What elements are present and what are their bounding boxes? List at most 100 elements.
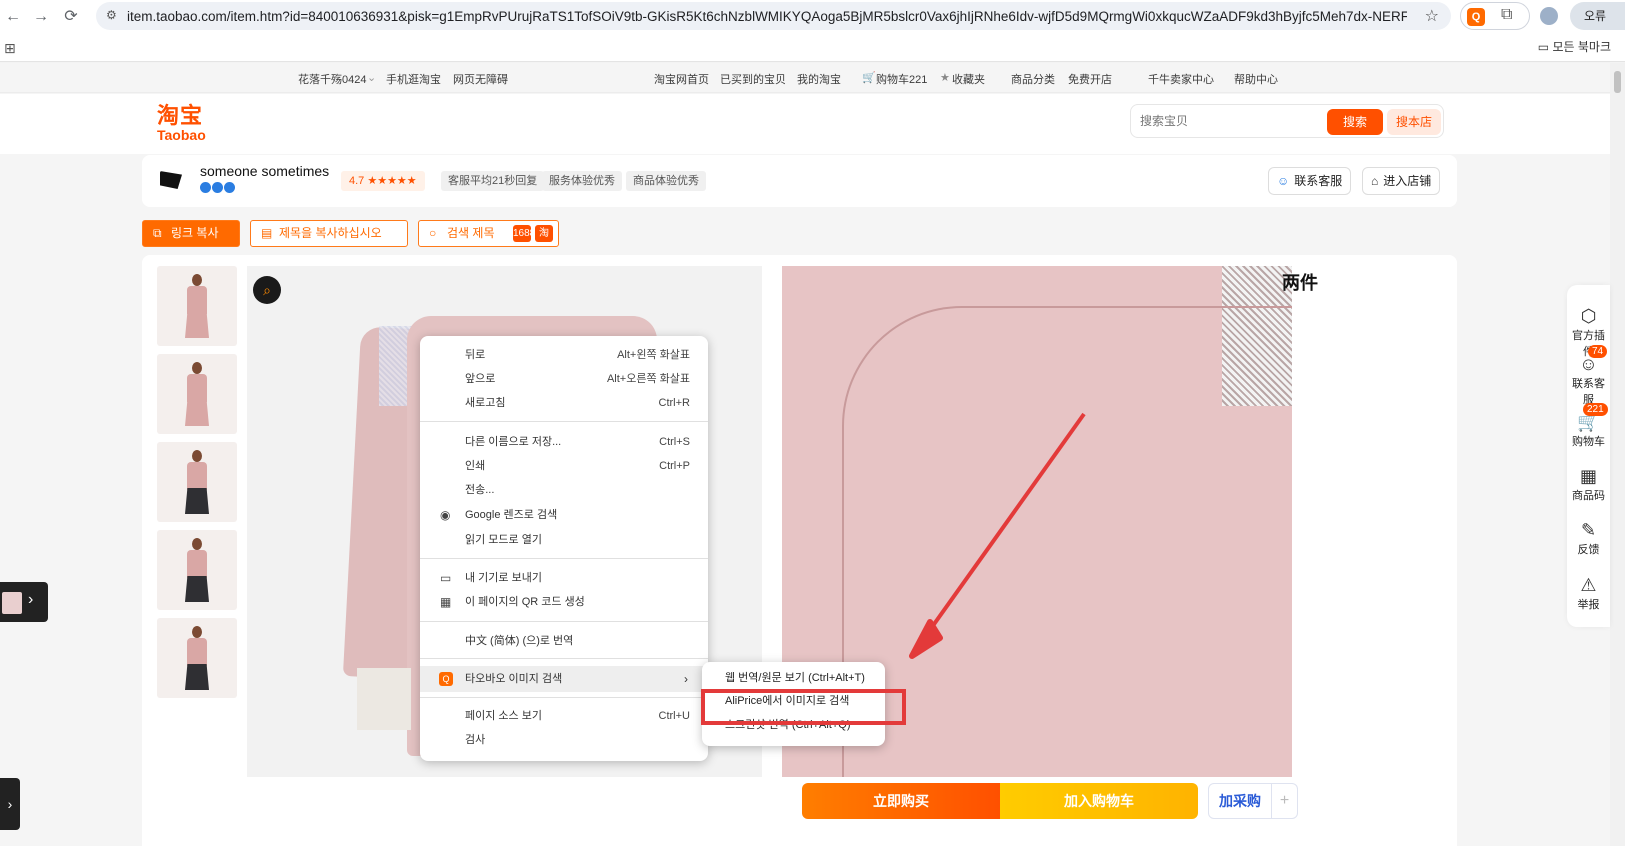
sweater-cuff bbox=[357, 668, 411, 730]
thumbnail[interactable] bbox=[157, 266, 237, 346]
menu-item-inspect[interactable]: 검사 bbox=[420, 729, 708, 751]
shop-tag-service: 服务体验优秀 bbox=[542, 171, 622, 191]
menu-item-label: 페이지 소스 보기 bbox=[465, 710, 542, 722]
menu-item-forward[interactable]: 앞으로 Alt+오른쪽 화살표 bbox=[420, 368, 708, 390]
search-input[interactable] bbox=[1132, 106, 1322, 136]
topnav-my-taobao[interactable]: 我的淘宝 bbox=[797, 71, 841, 87]
shop-logo[interactable] bbox=[160, 171, 182, 189]
menu-item-label: 새로고침 bbox=[465, 397, 506, 409]
thumbnail[interactable] bbox=[157, 618, 237, 698]
copy-title-label: 제목을 복사하십시오 bbox=[279, 226, 382, 240]
topnav-user[interactable]: 花落千殇0424 bbox=[298, 71, 366, 87]
search-title-button[interactable]: ○ 검색 제목 1688 淘 bbox=[418, 220, 559, 247]
menu-item-label: 검사 bbox=[465, 734, 486, 746]
site-header: 淘宝 Taobao 搜索 搜本店 bbox=[0, 94, 1610, 154]
taobao-mini-icon[interactable]: 淘 bbox=[535, 225, 553, 242]
topnav-open-shop[interactable]: 免费开店 bbox=[1068, 71, 1112, 87]
menu-item-taobao-image-search[interactable]: Q 타오바오 이미지 검색 › bbox=[420, 666, 708, 692]
site-settings-icon[interactable]: ⚙ bbox=[106, 8, 120, 22]
extensions-puzzle-icon[interactable]: ⧉ bbox=[1501, 6, 1512, 24]
add-to-cart-button[interactable]: 加入购物车 bbox=[1000, 783, 1198, 819]
topnav-mobile[interactable]: 手机逛淘宝 bbox=[386, 71, 441, 87]
search-store-button[interactable]: 搜本店 bbox=[1387, 109, 1441, 135]
menu-item-back[interactable]: 뒤로 Alt+왼쪽 화살표 bbox=[420, 344, 708, 366]
taobao-logo[interactable]: 淘宝 Taobao bbox=[157, 104, 206, 143]
topnav-bought[interactable]: 已买到的宝贝 bbox=[720, 71, 786, 87]
menu-item-translate[interactable]: 中文 (简体) (으)로 번역 bbox=[420, 630, 708, 652]
chevron-right-icon: › bbox=[7, 796, 13, 812]
shop-name[interactable]: someone sometimes bbox=[200, 163, 329, 179]
sidebar-item-feedback[interactable]: ✎ 反馈 bbox=[1567, 519, 1610, 557]
menu-item-label: 전송... bbox=[465, 484, 495, 496]
apps-grid-icon[interactable]: ⊞ bbox=[4, 40, 16, 57]
forward-icon[interactable]: → bbox=[30, 6, 52, 28]
copy-link-button[interactable]: ⧉ 링크 복사 bbox=[142, 220, 240, 247]
topnav-help[interactable]: 帮助中心 bbox=[1234, 71, 1278, 87]
1688-icon[interactable]: 1688 bbox=[513, 225, 535, 242]
aliprice-icon: Q bbox=[439, 672, 453, 686]
sidebar-item-service[interactable]: 74 ☺ 联系客服 bbox=[1567, 345, 1610, 407]
url-text[interactable]: item.taobao.com/item.htm?id=840010636931… bbox=[127, 9, 1407, 24]
all-bookmarks-button[interactable]: ▭ 모든 북마크 bbox=[1538, 38, 1611, 55]
aliprice-extension-icon[interactable]: Q bbox=[1467, 8, 1485, 26]
enter-store-button[interactable]: ⌂ 进入店铺 bbox=[1362, 167, 1441, 195]
topnav-favorites[interactable]: 收藏夹 bbox=[952, 71, 985, 87]
topnav-accessibility[interactable]: 网页无障碍 bbox=[453, 71, 508, 87]
bookmark-star-icon[interactable]: ☆ bbox=[1425, 6, 1439, 26]
topnav-cart[interactable]: 购物车221 bbox=[876, 71, 927, 87]
search-button[interactable]: 搜索 bbox=[1327, 109, 1383, 135]
menu-item-save-as[interactable]: 다른 이름으로 저장... Ctrl+S bbox=[420, 431, 708, 453]
sidebar-item-report[interactable]: ⚠ 举报 bbox=[1567, 574, 1610, 612]
thumbnail[interactable] bbox=[157, 530, 237, 610]
menu-item-shortcut: Ctrl+S bbox=[659, 436, 690, 448]
menu-item-label: 앞으로 bbox=[465, 373, 496, 385]
menu-divider bbox=[420, 621, 708, 622]
shop-rating: 4.7 ★★★★★ bbox=[341, 171, 425, 191]
topnav-seller-center[interactable]: 千牛卖家中心 bbox=[1148, 71, 1214, 87]
contact-service-button[interactable]: ☺ 联系客服 bbox=[1268, 167, 1352, 195]
avatar[interactable] bbox=[1540, 7, 1558, 25]
menu-item-print[interactable]: 인쇄 Ctrl+P bbox=[420, 455, 708, 477]
thumbnail[interactable] bbox=[157, 354, 237, 434]
menu-item-google-lens[interactable]: ◉ Google 렌즈로 검색 bbox=[420, 504, 708, 526]
thumbnail[interactable] bbox=[157, 442, 237, 522]
sidebar-item-cart[interactable]: 221 🛒 购物车 bbox=[1567, 403, 1610, 449]
menu-item-qr-code[interactable]: ▦ 이 페이지의 QR 코드 생성 bbox=[420, 591, 708, 613]
topnav-home[interactable]: 淘宝网首页 bbox=[654, 71, 709, 87]
menu-item-label: 다른 이름으로 저장... bbox=[465, 436, 562, 448]
qr-icon: ▦ bbox=[1579, 466, 1597, 486]
menu-item-label: 이 페이지의 QR 코드 생성 bbox=[465, 596, 585, 608]
buy-now-button[interactable]: 立即购买 bbox=[802, 783, 1000, 819]
menu-item-label: 타오바오 이미지 검색 bbox=[465, 673, 563, 685]
menu-item-cast[interactable]: 전송... bbox=[420, 479, 708, 501]
menu-item-view-source[interactable]: 페이지 소스 보기 Ctrl+U bbox=[420, 705, 708, 727]
reload-icon[interactable]: ⟳ bbox=[60, 6, 82, 28]
floating-expand-tab[interactable]: › bbox=[0, 778, 20, 830]
image-search-lens-icon[interactable]: ⌕ bbox=[253, 276, 281, 304]
menu-divider bbox=[420, 658, 708, 659]
service-icon: ☺ bbox=[1277, 174, 1290, 188]
sidebar-item-label: 联系客服 bbox=[1572, 378, 1605, 406]
copy-title-button[interactable]: ▤ 제목을 복사하십시오 bbox=[250, 220, 408, 247]
submenu-item-web-translate[interactable]: 웹 번역/원문 보기 (Ctrl+Alt+T) bbox=[725, 667, 865, 689]
topnav-categories[interactable]: 商品分类 bbox=[1011, 71, 1055, 87]
sidebar-item-label: 反馈 bbox=[1577, 544, 1600, 556]
store-icon: ⌂ bbox=[1371, 174, 1379, 188]
sidebar-item-label: 商品码 bbox=[1572, 490, 1605, 502]
lens-icon: ◉ bbox=[440, 508, 451, 522]
back-icon[interactable]: ← bbox=[2, 6, 24, 28]
page-scrollbar[interactable] bbox=[1610, 63, 1625, 846]
menu-item-reload[interactable]: 새로고침 Ctrl+R bbox=[420, 392, 708, 414]
floating-history-panel[interactable]: › bbox=[0, 582, 48, 622]
menu-divider bbox=[420, 697, 708, 698]
profile-error-button[interactable]: 오류 bbox=[1570, 2, 1625, 30]
menu-item-reading-mode[interactable]: 읽기 모드로 열기 bbox=[420, 529, 708, 551]
address-bar[interactable]: ⚙ item.taobao.com/item.htm?id=8400106369… bbox=[96, 2, 1451, 30]
scrollbar-thumb[interactable] bbox=[1614, 71, 1621, 93]
menu-item-send-to-devices[interactable]: ▭ 내 기기로 보내기 bbox=[420, 567, 708, 589]
purchase-plus-button[interactable]: + bbox=[1272, 783, 1298, 819]
menu-item-shortcut: Ctrl+P bbox=[659, 460, 690, 472]
right-sidebar: ⬡官方插件 74☺联系客服 221🛒购物车 ▦商品码 ✎反馈 ⚠举报 bbox=[1567, 285, 1610, 627]
sidebar-item-qr[interactable]: ▦ 商品码 bbox=[1567, 465, 1610, 503]
add-purchase-button[interactable]: 加采购 bbox=[1208, 783, 1272, 819]
